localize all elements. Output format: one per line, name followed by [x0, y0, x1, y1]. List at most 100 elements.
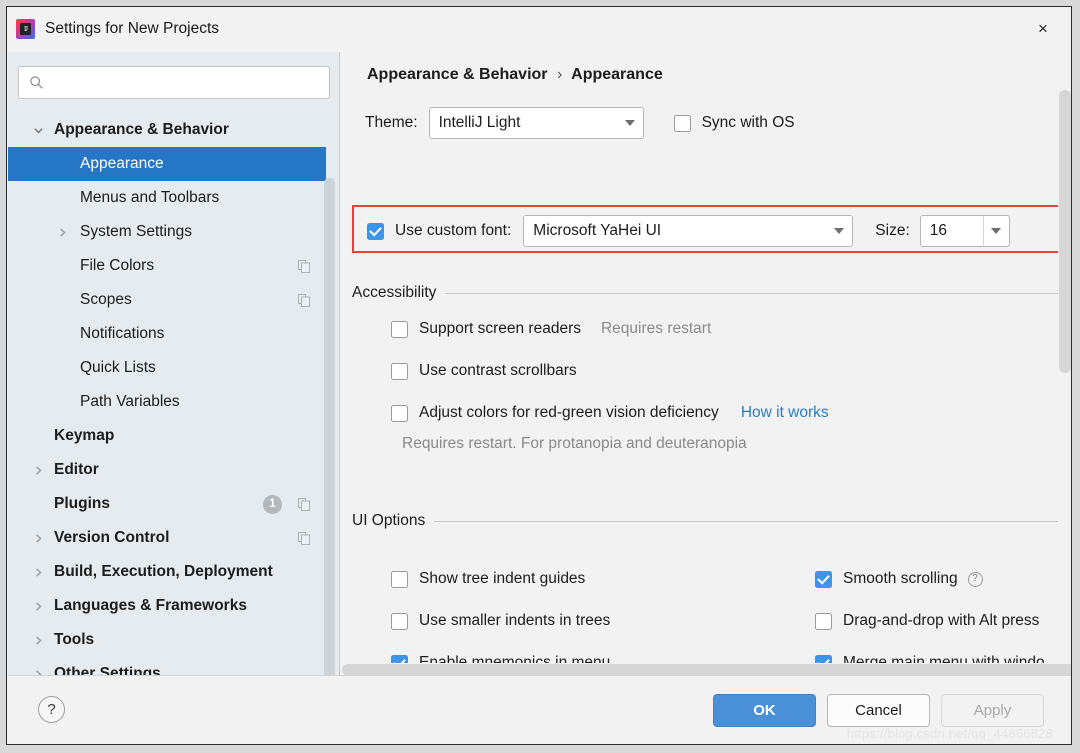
- search-box[interactable]: [18, 66, 330, 99]
- sidebar-item-build-execution-deployment[interactable]: Build, Execution, Deployment: [8, 555, 328, 589]
- close-icon[interactable]: ×: [1029, 16, 1057, 42]
- apply-button[interactable]: Apply: [941, 694, 1044, 727]
- search-input[interactable]: [50, 67, 329, 98]
- watermark: https://blog.csdn.net/qq_44866828: [847, 726, 1053, 741]
- copy-settings-icon[interactable]: [298, 532, 310, 545]
- ui-option-row: Smooth scrolling?: [815, 564, 1072, 594]
- use-custom-font-checkbox[interactable]: [367, 223, 384, 240]
- custom-font-value: Microsoft YaHei UI: [524, 222, 826, 240]
- accessibility-header: Accessibility: [352, 284, 1072, 302]
- copy-settings-icon[interactable]: [298, 260, 310, 273]
- theme-select[interactable]: IntelliJ Light: [429, 107, 644, 139]
- sidebar-item-label: Scopes: [80, 291, 132, 309]
- accessibility-option-label: Support screen readers: [419, 320, 581, 338]
- section-divider: [434, 521, 1072, 522]
- accessibility-option-label: Use contrast scrollbars: [419, 362, 577, 380]
- intellij-idea-icon: IJ: [16, 19, 35, 39]
- ui-option-row: Use smaller indents in trees: [391, 606, 772, 636]
- accessibility-option-row: Support screen readersRequires restart: [391, 314, 1072, 344]
- ok-button[interactable]: OK: [713, 694, 816, 727]
- sidebar-item-scopes[interactable]: Scopes: [8, 283, 328, 317]
- chevron-down-icon: [617, 108, 643, 138]
- breadcrumb-separator-icon: ›: [557, 66, 562, 83]
- custom-font-row: Use custom font: Microsoft YaHei UI Size…: [367, 215, 1010, 247]
- sidebar-item-keymap[interactable]: Keymap: [8, 419, 328, 453]
- sidebar-item-editor[interactable]: Editor: [8, 453, 328, 487]
- chevron-right-icon[interactable]: [50, 215, 74, 249]
- ui-option-checkbox[interactable]: [391, 571, 408, 588]
- main-vertical-scrollbar-track[interactable]: [1058, 52, 1072, 663]
- theme-row: Theme: IntelliJ Light Sync with OS: [365, 107, 795, 139]
- sync-with-os-label: Sync with OS: [702, 114, 795, 132]
- sidebar-item-appearance[interactable]: Appearance: [8, 147, 328, 181]
- ui-options-header: UI Options: [352, 512, 1072, 530]
- breadcrumb-parent[interactable]: Appearance & Behavior: [367, 66, 548, 83]
- sidebar-item-languages-frameworks[interactable]: Languages & Frameworks: [8, 589, 328, 623]
- ui-options-title: UI Options: [352, 512, 425, 530]
- dialog-footer: ? OK Cancel Apply https://blog.csdn.net/…: [8, 675, 1071, 743]
- main-vertical-scrollbar-thumb[interactable]: [1059, 90, 1071, 373]
- ui-option-checkbox[interactable]: [391, 613, 408, 630]
- ui-options-right-column: Smooth scrolling? Drag-and-drop with Alt …: [776, 552, 1072, 677]
- chevron-down-icon: [826, 216, 852, 246]
- sidebar-item-label: Menus and Toolbars: [80, 189, 219, 207]
- chevron-right-icon[interactable]: [26, 555, 50, 589]
- sidebar-item-appearance-behavior[interactable]: Appearance & Behavior: [8, 113, 328, 147]
- sidebar-item-notifications[interactable]: Notifications: [8, 317, 328, 351]
- custom-font-highlight-box: Use custom font: Microsoft YaHei UI Size…: [352, 205, 1072, 253]
- help-icon[interactable]: ?: [968, 572, 983, 587]
- chevron-right-icon[interactable]: [26, 453, 50, 487]
- sidebar-scrollbar-thumb[interactable]: [324, 178, 335, 730]
- chevron-right-icon[interactable]: [26, 657, 50, 676]
- chevron-right-icon[interactable]: [26, 589, 50, 623]
- ui-option-row: Drag-and-drop with Alt press: [815, 606, 1072, 636]
- sidebar-item-file-colors[interactable]: File Colors: [8, 249, 328, 283]
- copy-settings-icon[interactable]: [298, 294, 310, 307]
- sidebar-item-label: Keymap: [54, 427, 114, 445]
- use-custom-font-label: Use custom font:: [395, 222, 511, 240]
- sidebar-item-plugins[interactable]: Plugins1: [8, 487, 328, 521]
- accessibility-option-row: Adjust colors for red-green vision defic…: [391, 398, 1072, 428]
- how-it-works-link[interactable]: How it works: [741, 404, 829, 422]
- accessibility-checkbox[interactable]: [391, 363, 408, 380]
- ui-option-checkbox[interactable]: [815, 571, 832, 588]
- cancel-button[interactable]: Cancel: [827, 694, 930, 727]
- settings-dialog: IJ Settings for New Projects × Appearanc…: [6, 6, 1072, 745]
- sidebar-item-path-variables[interactable]: Path Variables: [8, 385, 328, 419]
- ui-option-label: Show tree indent guides: [419, 570, 585, 588]
- chevron-down-icon: [983, 216, 1009, 246]
- window-title: Settings for New Projects: [45, 20, 219, 38]
- sync-with-os-checkbox[interactable]: [674, 115, 691, 132]
- sidebar-item-menus-and-toolbars[interactable]: Menus and Toolbars: [8, 181, 328, 215]
- ui-option-label: Use smaller indents in trees: [419, 612, 610, 630]
- sidebar-item-system-settings[interactable]: System Settings: [8, 215, 328, 249]
- sidebar-item-quick-lists[interactable]: Quick Lists: [8, 351, 328, 385]
- sidebar-item-label: System Settings: [80, 223, 192, 241]
- accessibility-section: Accessibility Support screen readersRequ…: [352, 284, 1072, 453]
- theme-label: Theme:: [365, 114, 418, 132]
- accessibility-checkbox[interactable]: [391, 321, 408, 338]
- custom-font-select[interactable]: Microsoft YaHei UI: [523, 215, 853, 247]
- ui-option-checkbox[interactable]: [815, 613, 832, 630]
- accessibility-sub-hint: Requires restart. For protanopia and deu…: [402, 435, 1072, 453]
- ui-option-row: Show tree indent guides: [391, 564, 772, 594]
- title-bar: IJ Settings for New Projects ×: [7, 7, 1071, 52]
- sidebar-item-version-control[interactable]: Version Control: [8, 521, 328, 555]
- chevron-right-icon[interactable]: [26, 623, 50, 657]
- plugin-update-badge: 1: [263, 495, 282, 514]
- copy-settings-icon[interactable]: [298, 498, 310, 511]
- accessibility-checkbox[interactable]: [391, 405, 408, 422]
- help-button[interactable]: ?: [38, 696, 65, 723]
- chevron-right-icon[interactable]: [26, 521, 50, 555]
- search-icon: [28, 75, 44, 91]
- sidebar-item-other-settings[interactable]: Other Settings: [8, 657, 328, 676]
- font-size-select[interactable]: 16: [920, 215, 1010, 247]
- sidebar-item-tools[interactable]: Tools: [8, 623, 328, 657]
- sidebar-item-label: Editor: [54, 461, 99, 479]
- chevron-down-icon[interactable]: [26, 113, 50, 147]
- sidebar-scrollbar-track[interactable]: [326, 114, 337, 674]
- sidebar-item-label: Build, Execution, Deployment: [54, 563, 273, 581]
- font-size-label: Size:: [875, 222, 909, 240]
- breadcrumb: Appearance & Behavior › Appearance: [367, 66, 663, 84]
- ui-option-label: Drag-and-drop with Alt press: [843, 612, 1039, 630]
